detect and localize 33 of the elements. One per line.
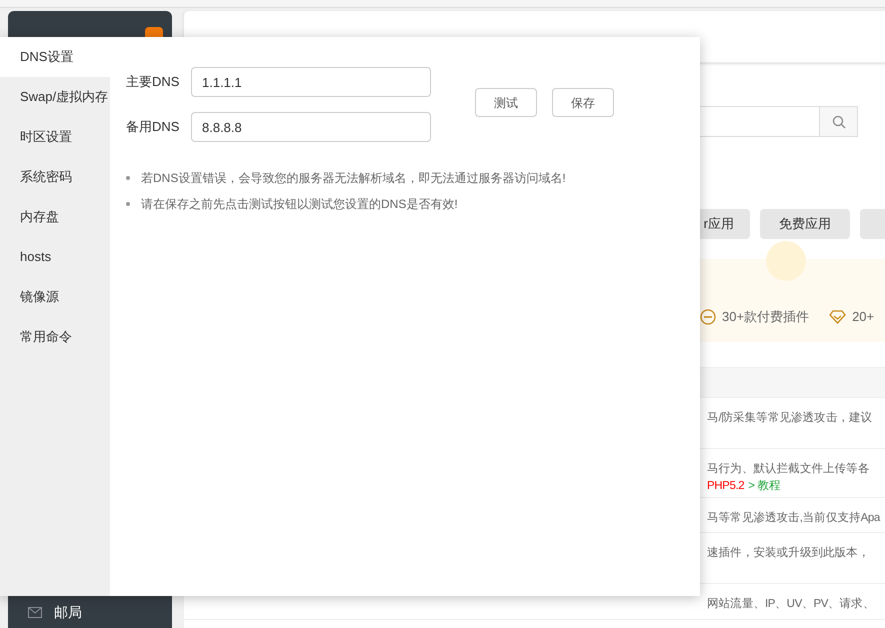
filter-button[interactable]: 免费应用 <box>760 209 850 239</box>
menu-item[interactable]: 内存盘 <box>0 197 110 237</box>
menu-item[interactable]: hosts <box>0 237 110 277</box>
feature-text: 20+ <box>852 308 874 326</box>
version-note: PHP5.2 <box>707 479 744 494</box>
note-text: 请在保存之前先点击测试按钮以测试您设置的DNS是否有效! <box>141 196 458 213</box>
description-text: 马行为、默认拦截文件上传等各 <box>707 462 870 477</box>
note-text: 若DNS设置错误，会导致您的服务器无法解析域名，即无法通过服务器访问域名! <box>141 170 566 187</box>
field-label: 备用DNS <box>126 118 180 136</box>
bullet-icon <box>126 202 130 206</box>
action-button[interactable]: 保存 <box>552 88 614 117</box>
field-label: 主要DNS <box>126 73 180 92</box>
description-text: 马/防采集等常见渗透攻击，建议 <box>707 410 872 426</box>
search-icon <box>832 114 846 128</box>
feature-text: 30+款付费插件 <box>722 308 810 326</box>
menu-item[interactable]: Swap/虚拟内存 <box>0 77 110 117</box>
menu-item[interactable]: 镜像源 <box>0 277 110 317</box>
menu-item[interactable]: 系统密码 <box>0 157 110 197</box>
menu-item[interactable]: 常用命令 <box>0 317 110 357</box>
circle-decoration <box>766 241 806 281</box>
bullet-icon <box>126 176 130 180</box>
action-button[interactable]: 测试 <box>475 88 537 117</box>
menu-item[interactable]: DNS设置 <box>0 37 110 77</box>
mail-icon <box>28 606 42 618</box>
description-text: 速插件，安装或升级到此版本， <box>707 546 870 561</box>
input-field[interactable]: 8.8.8.8 <box>191 112 431 142</box>
menu-item[interactable]: 时区设置 <box>0 117 110 157</box>
description-text: 马等常见渗透攻击,当前仅支持Apa <box>707 510 880 526</box>
input-field[interactable]: 1.1.1.1 <box>191 67 431 97</box>
description-text: 网站流量、IP、UV、PV、请求、 <box>707 596 874 612</box>
search-button[interactable] <box>820 106 858 137</box>
diamond-icon <box>829 310 846 324</box>
sidebar-item[interactable]: 邮局 <box>8 596 172 628</box>
